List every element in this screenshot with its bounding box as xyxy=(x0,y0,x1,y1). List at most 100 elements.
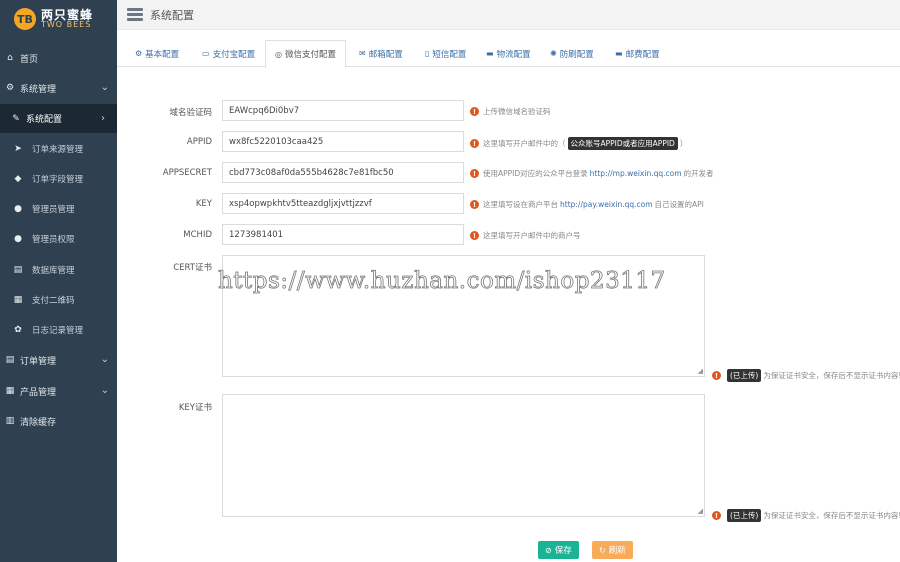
sidebar-item-label: 管理员管理 xyxy=(32,205,75,215)
card-icon: ▭ xyxy=(202,49,210,58)
home-icon: ⌂ xyxy=(7,53,13,63)
top-bar: 系统配置 xyxy=(117,0,900,30)
sidebar-item-label: 首页 xyxy=(20,54,39,65)
resize-grip-icon[interactable]: ◢ xyxy=(698,367,703,375)
mchid-hint: ! 这里填写开户邮件中的商户号 xyxy=(470,230,581,241)
sidebar: ТВ 两只蜜蜂 TWO BEES ⌂ 首页 ⚙ 系统管理 ⌄ ✎ 系统配置 › … xyxy=(0,0,117,562)
refresh-button[interactable]: ↻ 刷新 xyxy=(592,541,633,559)
list-icon: ▤ xyxy=(5,355,15,365)
chevron-down-icon: ⌄ xyxy=(100,385,109,396)
wrench-icon: ✎ xyxy=(12,113,20,124)
sidebar-item-label: 系统管理 xyxy=(20,84,57,95)
tab-email[interactable]: ✉ 邮箱配置 xyxy=(359,40,403,67)
sidebar-item-label: 订单来源管理 xyxy=(32,145,84,155)
tab-logistics[interactable]: ▬ 物流配置 xyxy=(486,40,531,67)
truck-icon: ▬ xyxy=(615,49,623,58)
config-tabs: ⚙ 基本配置 ▭ 支付宝配置 ◎ 微信支付配置 ✉ 邮箱配置 ▯ 短信配置 ▬ 物流配置 ✺… xyxy=(117,40,900,68)
sidebar-item-logs[interactable]: ✿ 日志记录管理 xyxy=(0,315,117,345)
key-cert-label: KEY证书 xyxy=(178,403,212,413)
sidebar-item-admins[interactable]: ● 管理员管理 xyxy=(0,194,117,224)
appid-input[interactable]: wx8fc5220103caa425 xyxy=(222,131,464,152)
watermark: https://www.huzhan.com/ishop23117 xyxy=(218,268,666,295)
database-icon: ▤ xyxy=(13,265,23,275)
logo: ТВ 两只蜜蜂 TWO BEES xyxy=(0,0,117,38)
sidebar-item-label: 管理员权限 xyxy=(32,235,75,245)
sidebar-item-label: 订单管理 xyxy=(20,356,57,367)
logo-badge: ТВ xyxy=(14,8,36,30)
exclamation-icon: ! xyxy=(470,200,479,209)
sidebar-item-pay-qrcode[interactable]: ▦ 支付二维码 xyxy=(0,285,117,315)
exclamation-icon: ! xyxy=(470,231,479,240)
trash-icon: ▥ xyxy=(5,416,15,426)
appsecret-input[interactable]: cbd773c08af0da555b4628c7e81fbc50 xyxy=(222,162,464,183)
pay-weixin-link[interactable]: http://pay.weixin.qq.com xyxy=(560,200,653,209)
tab-postage[interactable]: ▬ 邮费配置 xyxy=(615,40,660,67)
sidebar-item-orders[interactable]: ▤ 订单管理 ⌄ xyxy=(0,345,117,375)
exclamation-icon: ! xyxy=(712,371,721,380)
sidebar-item-home[interactable]: ⌂ 首页 xyxy=(0,43,117,73)
check-circle-icon: ⊘ xyxy=(545,545,552,555)
chevron-down-icon: ⌄ xyxy=(100,354,109,365)
sidebar-item-label: 清除缓存 xyxy=(20,417,57,428)
mobile-icon: ▯ xyxy=(425,49,430,58)
verify-code-input[interactable]: EAWcpq6Di0bv7 xyxy=(222,100,464,121)
appid-hint: ! 这里填写开户邮件中的（ 公众账号APPID或者应用APPID） xyxy=(470,137,687,150)
save-button[interactable]: ⊘ 保存 xyxy=(538,541,579,559)
mp-weixin-link[interactable]: http://mp.weixin.qq.com xyxy=(590,169,682,178)
sidebar-item-label: 支付二维码 xyxy=(32,296,75,306)
menu-toggle-icon[interactable] xyxy=(127,6,143,24)
mchid-label: MCHID xyxy=(183,230,212,240)
key-label: KEY xyxy=(195,199,212,209)
resize-grip-icon[interactable]: ◢ xyxy=(698,507,703,515)
refresh-icon: ↻ xyxy=(599,545,606,555)
tab-anti-spam[interactable]: ✺ 防刷配置 xyxy=(550,40,594,67)
sidebar-item-system-config[interactable]: ✎ 系统配置 › xyxy=(0,104,117,133)
exclamation-icon: ! xyxy=(470,107,479,116)
sidebar-item-label: 系统配置 xyxy=(26,115,63,125)
mchid-input[interactable]: 1273981401 xyxy=(222,224,464,245)
key-cert-textarea[interactable]: ◢ xyxy=(222,394,705,517)
page-title: 系统配置 xyxy=(150,8,194,22)
sidebar-item-order-fields[interactable]: ◆ 订单字段管理 xyxy=(0,164,117,194)
verify-code-hint: ! 上传微信域名验证码 xyxy=(470,106,551,117)
tab-basic[interactable]: ⚙ 基本配置 xyxy=(135,40,179,67)
sidebar-item-label: 订单字段管理 xyxy=(32,175,84,185)
users-icon: ● xyxy=(14,234,22,244)
exclamation-icon: ! xyxy=(470,169,479,178)
qrcode-icon: ▦ xyxy=(13,295,23,305)
chevron-down-icon: ⌄ xyxy=(100,82,109,93)
verify-code-label: 域名验证码 xyxy=(169,108,212,118)
tab-wechat-pay[interactable]: ◎ 微信支付配置 xyxy=(265,40,346,68)
sidebar-item-system-management[interactable]: ⚙ 系统管理 ⌄ xyxy=(0,73,117,103)
cert-label: CERT证书 xyxy=(173,263,212,273)
sidebar-item-label: 产品管理 xyxy=(20,387,57,398)
exclamation-icon: ! xyxy=(470,139,479,148)
tag-icon: ◆ xyxy=(14,174,22,184)
send-icon: ➤ xyxy=(14,144,22,154)
tab-sms[interactable]: ▯ 短信配置 xyxy=(425,40,466,67)
sidebar-item-label: 日志记录管理 xyxy=(32,326,84,336)
tab-alipay[interactable]: ▭ 支付宝配置 xyxy=(202,40,255,67)
key-hint: ! 这里填写设在商户平台 http://pay.weixin.qq.com 自己设置的… xyxy=(470,199,704,210)
truck-icon: ▬ xyxy=(486,49,494,58)
grid-icon: ▦ xyxy=(5,386,15,396)
gear-icon: ⚙ xyxy=(5,83,15,93)
sidebar-item-clear-cache[interactable]: ▥ 清除缓存 xyxy=(0,406,117,436)
envelope-icon: ✉ xyxy=(359,49,366,58)
user-icon: ● xyxy=(14,204,22,214)
cog-icon: ✺ xyxy=(550,49,557,58)
appsecret-label: APPSECRET xyxy=(162,168,212,178)
logo-subtitle: TWO BEES xyxy=(41,20,92,30)
wechat-icon: ◎ xyxy=(275,49,282,59)
sidebar-item-database[interactable]: ▤ 数据库管理 xyxy=(0,255,117,285)
key-cert-hint: ! (已上传) 为保证证书安全，保存后不显示证书内容! xyxy=(712,509,900,522)
key-input[interactable]: xsp4opwpkhtv5tteazdgljxjvttjzzvf xyxy=(222,193,464,214)
chevron-right-icon: › xyxy=(101,113,105,124)
sidebar-item-admin-permissions[interactable]: ● 管理员权限 xyxy=(0,224,117,254)
paw-icon: ✿ xyxy=(14,325,22,335)
cert-hint: ! (已上传) 为保证证书安全，保存后不显示证书内容! xyxy=(712,369,900,382)
sidebar-item-products[interactable]: ▦ 产品管理 ⌄ xyxy=(0,376,117,406)
sidebar-item-order-source[interactable]: ➤ 订单来源管理 xyxy=(0,134,117,164)
appsecret-hint: ! 使用APPID对应的公众平台登录 http://mp.weixin.qq.com… xyxy=(470,168,714,179)
exclamation-icon: ! xyxy=(712,511,721,520)
